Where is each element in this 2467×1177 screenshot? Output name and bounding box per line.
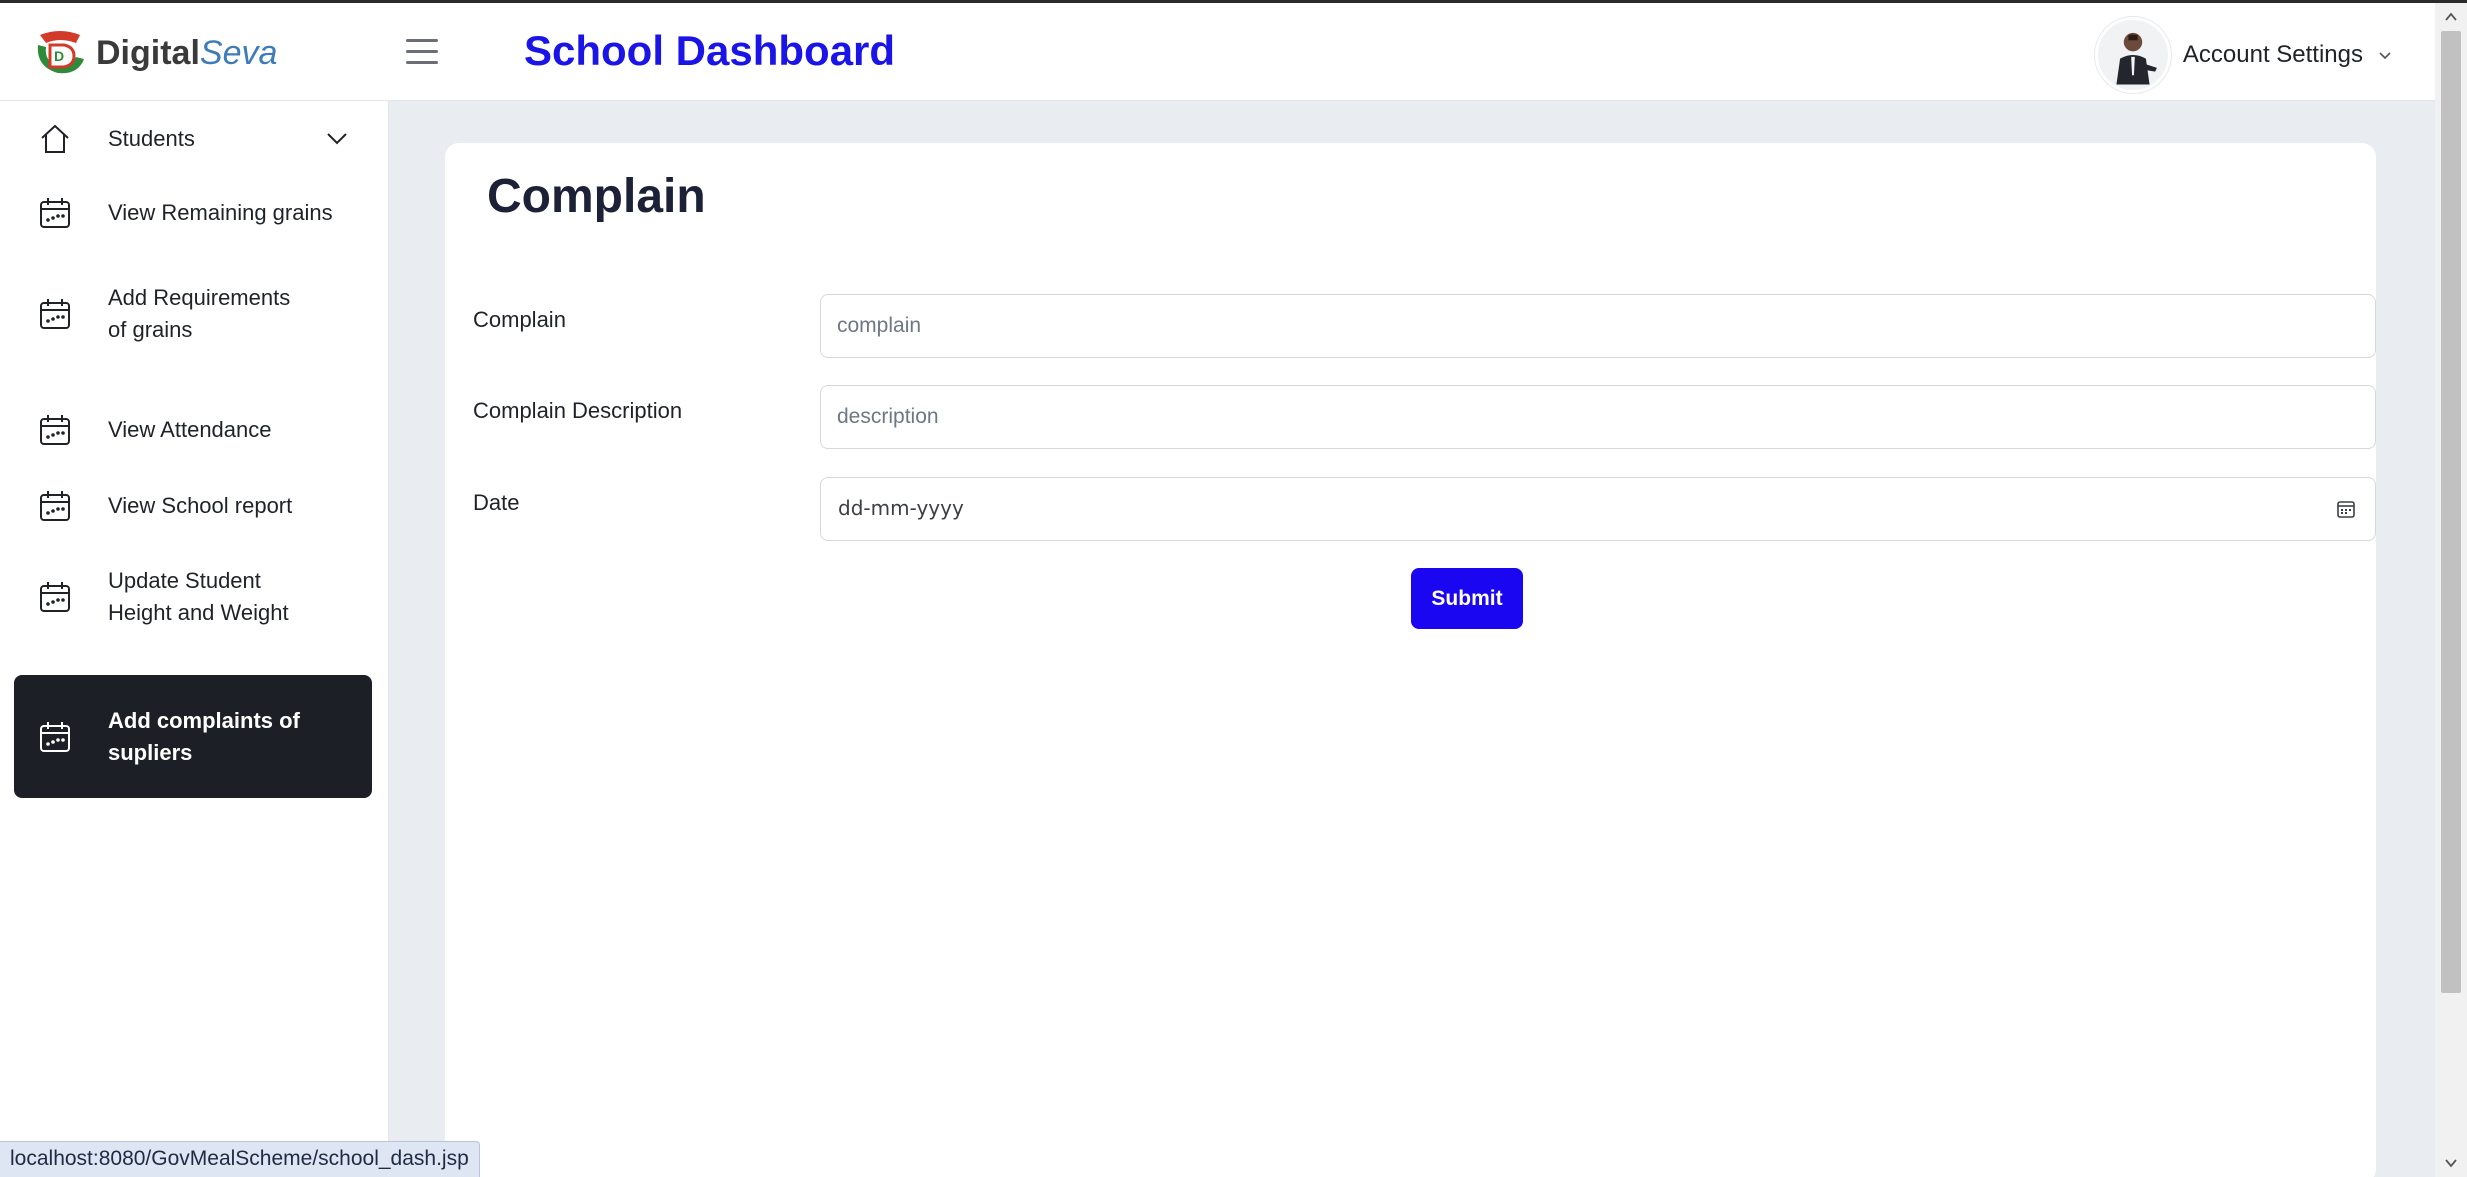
calendar-picker-icon[interactable] bbox=[2335, 498, 2357, 520]
sidebar-item-label: Add Requirements of grains bbox=[108, 282, 290, 346]
label-line-1: Add Requirements bbox=[108, 285, 291, 310]
scroll-up-arrow-icon[interactable] bbox=[2443, 9, 2459, 25]
sidebar-item-view-remaining-grains[interactable]: View Remaining grains bbox=[14, 189, 372, 237]
label-line-2: of grains bbox=[108, 317, 193, 342]
brand-name-bold: Digital bbox=[96, 34, 200, 72]
date-row: Date dd-mm-yyyy bbox=[473, 477, 2376, 541]
complain-description-label: Complain Description bbox=[473, 398, 683, 423]
brand-name-italic: Seva bbox=[199, 34, 278, 72]
avatar bbox=[2094, 17, 2171, 93]
hamburger-menu-icon[interactable] bbox=[406, 39, 438, 65]
form-title: Complain bbox=[487, 170, 706, 223]
sidebar-item-label: View Attendance bbox=[108, 417, 272, 442]
account-settings-label: Account Settings bbox=[2182, 41, 2363, 68]
link-status-bar: localhost:8080/GovMealScheme/school_dash… bbox=[0, 1141, 480, 1177]
calendar-icon bbox=[40, 491, 70, 521]
complain-description-input[interactable] bbox=[820, 385, 2376, 449]
sidebar-item-label: View School report bbox=[108, 493, 293, 518]
calendar-icon bbox=[40, 198, 70, 228]
chevron-down-icon bbox=[327, 133, 347, 145]
label-line-2: Height and Weight bbox=[108, 600, 289, 625]
digitalseva-logo-icon: D bbox=[37, 31, 84, 74]
date-placeholder: dd-mm-yyyy bbox=[838, 496, 964, 520]
brand-logo[interactable]: D DigitalSeva bbox=[30, 29, 277, 77]
scrollbar-thumb[interactable] bbox=[2441, 31, 2461, 993]
sidebar-item-view-attendance[interactable]: View Attendance bbox=[14, 406, 372, 454]
sidebar-item-update-student-height-weight[interactable]: Update Student Height and Weight bbox=[14, 562, 372, 632]
label-line-1: Add complaints of bbox=[108, 707, 300, 733]
chevron-down-icon bbox=[2379, 52, 2391, 60]
complain-input[interactable] bbox=[820, 294, 2376, 358]
sidebar-item-label: Update Student Height and Weight bbox=[108, 565, 289, 629]
sidebar-item-students[interactable]: Students bbox=[14, 115, 372, 163]
account-settings-menu[interactable]: Account Settings bbox=[2094, 17, 2393, 93]
top-header: D DigitalSeva School Dashboard Account S… bbox=[0, 3, 2435, 101]
sidebar-item-add-requirements[interactable]: Add Requirements of grains bbox=[14, 279, 372, 349]
submit-button[interactable]: Submit bbox=[1411, 568, 1523, 629]
date-label: Date bbox=[473, 490, 520, 515]
label-line-1: Update Student bbox=[108, 568, 261, 593]
scroll-down-arrow-icon[interactable] bbox=[2443, 1155, 2459, 1171]
sidebar-item-label: Students bbox=[108, 126, 195, 151]
sidebar: Students View Remaining grains Add Requi… bbox=[0, 101, 389, 1177]
complain-row: Complain bbox=[473, 294, 2376, 358]
vertical-scrollbar[interactable] bbox=[2435, 3, 2467, 1177]
sidebar-item-label: Add complaints of supliers bbox=[108, 705, 300, 769]
svg-text:D: D bbox=[54, 48, 64, 64]
description-row: Complain Description bbox=[473, 385, 2376, 449]
sidebar-item-add-complaints-of-supliers[interactable]: Add complaints of supliers bbox=[14, 675, 372, 798]
label-line-2: supliers bbox=[108, 739, 193, 765]
complain-form-card: Complain Complain Complain Description D… bbox=[445, 143, 2376, 1177]
complain-label: Complain bbox=[473, 307, 566, 332]
page-title: School Dashboard bbox=[524, 27, 896, 74]
calendar-icon bbox=[40, 415, 70, 445]
sidebar-item-view-school-report[interactable]: View School report bbox=[14, 482, 372, 530]
home-icon bbox=[41, 124, 69, 153]
calendar-icon bbox=[40, 582, 70, 612]
date-input[interactable]: dd-mm-yyyy bbox=[820, 477, 2376, 541]
brand-name: DigitalSeva bbox=[96, 36, 277, 70]
calendar-icon bbox=[40, 721, 70, 752]
calendar-icon bbox=[40, 299, 70, 329]
sidebar-item-label: View Remaining grains bbox=[108, 200, 333, 225]
user-photo-icon bbox=[2116, 32, 2157, 85]
